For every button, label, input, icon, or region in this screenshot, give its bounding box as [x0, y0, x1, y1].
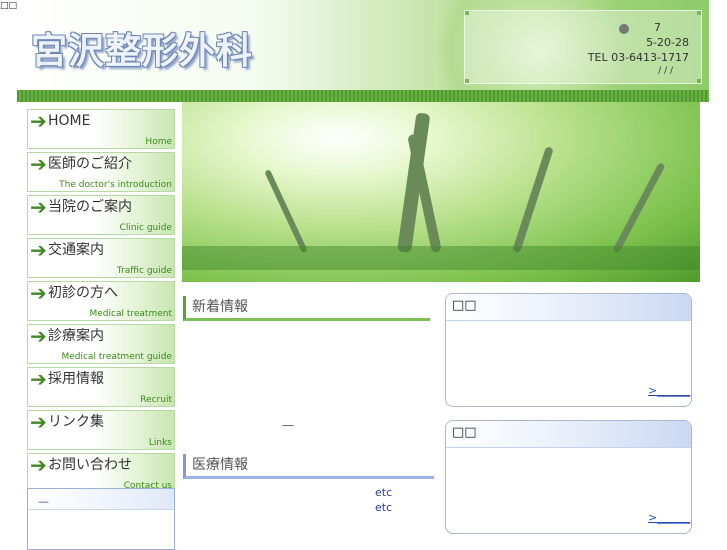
info-box-title: □□ — [452, 425, 477, 440]
nav-label: リンク集 — [48, 414, 104, 430]
nav-item-contact[interactable]: ➔ お問い合わせ Contact us — [27, 453, 175, 493]
phone-number: TEL 03-6413-1717 — [587, 51, 689, 64]
nav-label: お問い合わせ — [48, 457, 132, 473]
info-box-1: □□ >______ — [445, 293, 692, 407]
medical-info-title: 医療情報 — [183, 454, 434, 479]
hero-image-forest — [182, 102, 700, 282]
nav-label: 診療案内 — [48, 328, 104, 344]
arrow-right-icon: ➔ — [30, 281, 47, 305]
corner-dot — [697, 11, 701, 15]
sidebar-nav: ➔ HOME Home ➔ 医師のご紹介 The doctor's introd… — [27, 109, 175, 496]
tree-trunk — [264, 169, 308, 254]
medical-info-etc: etc — [375, 486, 393, 499]
tree-trunk — [612, 162, 666, 254]
nav-sublabel: Home — [145, 137, 172, 147]
address-line-4: / / / — [658, 66, 673, 76]
nav-item-clinic-guide[interactable]: ➔ 当院のご案内 Clinic guide — [27, 195, 175, 235]
nav-label: 交通案内 — [48, 242, 104, 258]
nav-sublabel: Recruit — [140, 395, 172, 405]
arrow-right-icon: ➔ — [30, 109, 47, 133]
nav-sublabel: Medical treatment — [89, 309, 173, 319]
nav-item-home[interactable]: ➔ HOME Home — [27, 109, 175, 149]
bullet-icon — [619, 24, 629, 34]
nav-item-traffic-guide[interactable]: ➔ 交通案内 Traffic guide — [27, 238, 175, 278]
info-box-more-link[interactable]: >______ — [648, 384, 690, 397]
nav-label: 当院のご案内 — [48, 199, 132, 215]
info-box-title: □□ — [452, 298, 477, 313]
arrow-right-icon: ➔ — [30, 453, 47, 477]
sidebar-info-box: — — [27, 488, 175, 550]
nav-sublabel: Traffic guide — [116, 266, 172, 276]
sidebar-box-header — [28, 489, 174, 510]
nav-label: HOME — [48, 113, 91, 129]
tree-trunk — [512, 146, 554, 254]
medical-info-etc: etc — [375, 501, 393, 514]
arrow-right-icon: ➔ — [30, 410, 47, 434]
header-divider-bar — [17, 90, 709, 102]
arrow-right-icon: ➔ — [30, 367, 47, 391]
nav-sublabel: Medical treatment guide — [61, 352, 172, 362]
info-box-2: □□ >______ — [445, 420, 692, 534]
nav-item-doctor[interactable]: ➔ 医師のご紹介 The doctor's introduction — [27, 152, 175, 192]
site-logo[interactable]: 宮沢整形外科 — [31, 22, 253, 74]
nav-sublabel: The doctor's introduction — [59, 180, 172, 190]
arrow-right-icon: ➔ — [30, 195, 47, 219]
contact-info-box: 7 5-20-28 TEL 03-6413-1717 / / / — [464, 10, 702, 84]
site-header: 宮沢整形外科 7 5-20-28 TEL 03-6413-1717 / / / — [17, 0, 709, 90]
sidebar-box-link[interactable]: — — [38, 495, 49, 508]
corner-dot — [697, 79, 701, 83]
address-line-1: 7 — [654, 21, 661, 34]
arrow-right-icon: ➔ — [30, 238, 47, 262]
nav-item-treatment-guide[interactable]: ➔ 診療案内 Medical treatment guide — [27, 324, 175, 364]
info-box-more-link[interactable]: >______ — [648, 511, 690, 524]
nav-sublabel: Clinic guide — [119, 223, 172, 233]
nav-item-first-visit[interactable]: ➔ 初診の方へ Medical treatment — [27, 281, 175, 321]
arrow-right-icon: ➔ — [30, 152, 47, 176]
corner-dot — [465, 79, 469, 83]
nav-label: 採用情報 — [48, 371, 104, 387]
news-placeholder-dash: — — [282, 418, 294, 432]
info-box-header: □□ — [446, 421, 691, 448]
nav-label: 初診の方へ — [48, 285, 118, 301]
nav-label: 医師のご紹介 — [48, 156, 132, 172]
address-line-2: 5-20-28 — [646, 36, 689, 49]
nav-item-links[interactable]: ➔ リンク集 Links — [27, 410, 175, 450]
info-box-header: □□ — [446, 294, 691, 321]
corner-dot — [465, 11, 469, 15]
arrow-right-icon: ➔ — [30, 324, 47, 348]
news-section-title: 新着情報 — [183, 296, 430, 321]
nav-item-recruit[interactable]: ➔ 採用情報 Recruit — [27, 367, 175, 407]
hero-caption-band — [182, 246, 700, 270]
nav-sublabel: Links — [148, 438, 172, 448]
